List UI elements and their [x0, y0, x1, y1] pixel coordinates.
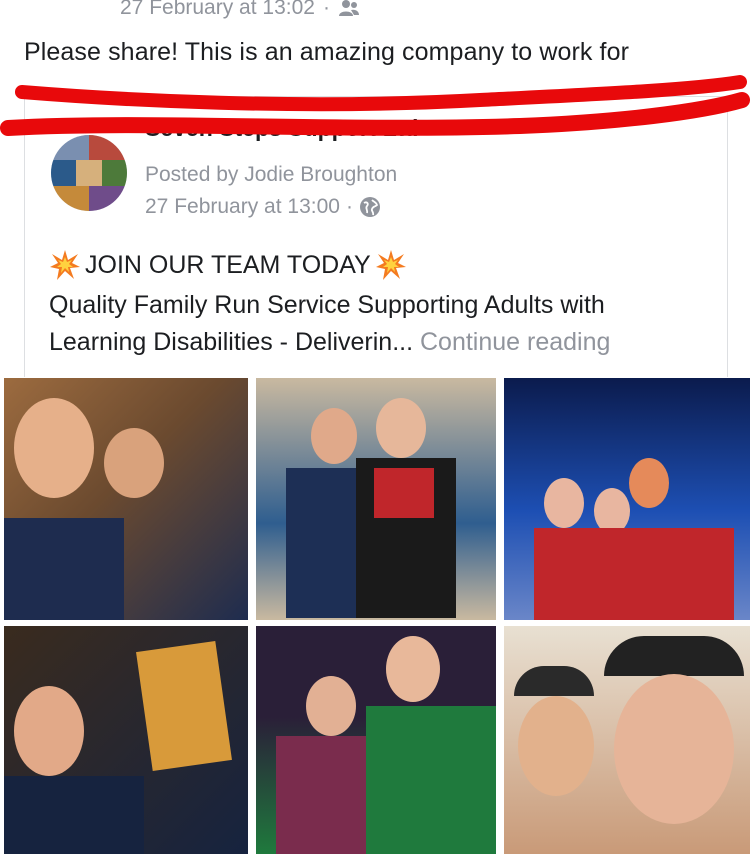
photo-bowling-alley[interactable] [504, 378, 750, 620]
continue-reading-link[interactable]: Continue reading [420, 328, 610, 356]
collision-emoji-icon [375, 250, 406, 280]
post-text: Please share! This is an amazing company… [24, 38, 630, 66]
photo-mother-goose[interactable] [4, 626, 248, 854]
shared-post-meta: 27 February at 13:00 · [145, 195, 381, 219]
post-timestamp[interactable]: 27 February at 13:02 [120, 0, 315, 20]
photo-elf-jumper[interactable] [256, 626, 496, 854]
collision-emoji-icon [50, 250, 80, 280]
post-headline: JOIN OUR TEAM TODAY [49, 249, 407, 281]
headline-text: JOIN OUR TEAM TODAY [85, 250, 371, 279]
photo-hats-selfie[interactable] [504, 626, 750, 854]
photo-grid [0, 378, 750, 854]
meta-separator: · [345, 195, 353, 218]
shared-post-card[interactable]: Seven Steps Support Ltd Posted by Jodie … [24, 96, 728, 377]
photo-christmas-jumpers[interactable] [256, 378, 496, 620]
photo-selfie-sofa[interactable] [4, 378, 248, 620]
post-meta: 27 February at 13:02 · [120, 0, 360, 20]
meta-separator: · [322, 0, 330, 19]
friends-icon [338, 0, 359, 16]
shared-post-timestamp[interactable]: 27 February at 13:00 [145, 195, 340, 219]
post-description: Quality Family Run Service Supporting Ad… [49, 287, 709, 361]
page-name[interactable]: Seven Steps Support Ltd [145, 115, 418, 142]
page-avatar[interactable] [51, 135, 127, 211]
posted-by[interactable]: Posted by Jodie Broughton [145, 163, 397, 187]
globe-icon [359, 197, 380, 217]
